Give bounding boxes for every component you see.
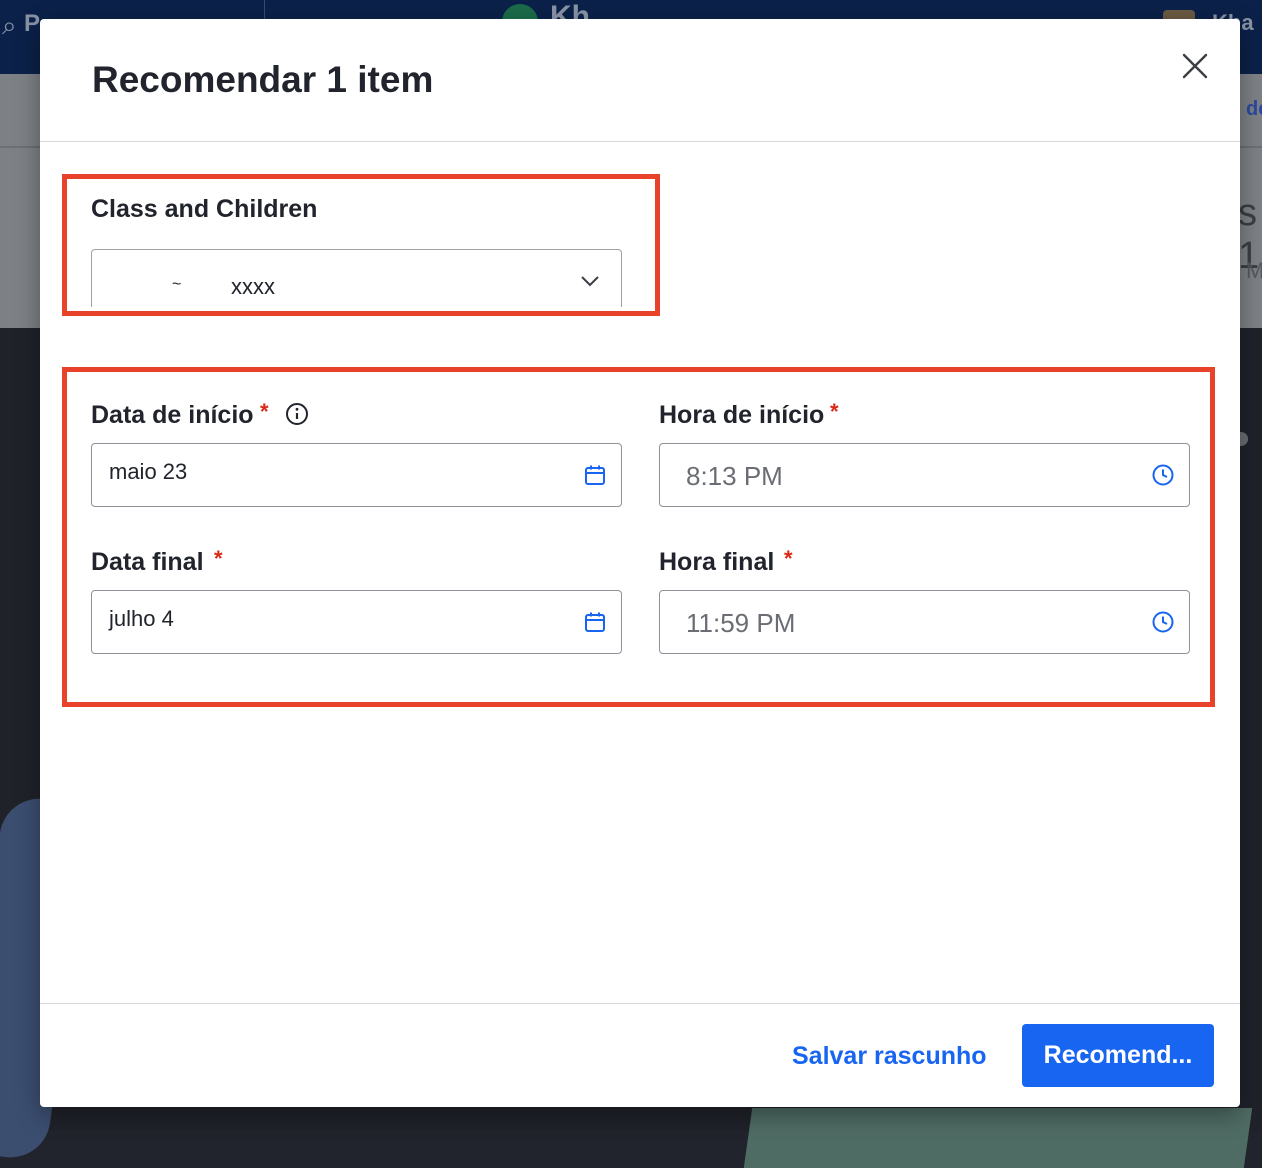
end-time-label: Hora final <box>659 548 775 576</box>
recommend-dialog: Recomendar 1 item Class and Children ~ x… <box>40 19 1240 1107</box>
start-date-required-mark: * <box>260 399 269 424</box>
start-date-label: Data de início <box>91 401 254 429</box>
class-select[interactable]: ~ xxxx <box>91 249 622 307</box>
clock-icon[interactable] <box>1151 610 1175 634</box>
dialog-title: Recomendar 1 item <box>92 59 434 100</box>
search-icon: ⌕ <box>2 10 17 40</box>
clock-icon[interactable] <box>1151 463 1175 487</box>
end-time-required-mark: * <box>784 546 793 571</box>
footer-divider <box>40 1003 1240 1004</box>
dialog-header: Recomendar 1 item <box>40 19 1240 142</box>
start-time-required-mark: * <box>830 399 839 424</box>
start-time-input[interactable]: 8:13 PM <box>659 443 1190 507</box>
class-select-partial-text: ~ <box>172 276 182 293</box>
background-search-text: P <box>24 10 41 37</box>
background-subtitle-fragment: M <box>1246 258 1262 283</box>
close-button[interactable] <box>1176 47 1214 85</box>
start-date-value: maio 23 <box>109 459 188 484</box>
close-icon <box>1182 53 1208 79</box>
end-date-input[interactable]: julho 4 <box>91 590 622 654</box>
recommend-button[interactable]: Recomend... <box>1022 1024 1214 1087</box>
end-date-required-mark: * <box>214 546 223 571</box>
start-time-value: 8:13 PM <box>686 461 783 491</box>
info-icon[interactable] <box>285 402 309 426</box>
calendar-icon[interactable] <box>583 610 607 634</box>
end-time-input[interactable]: 11:59 PM <box>659 590 1190 654</box>
end-date-label: Data final <box>91 548 204 576</box>
chevron-down-icon <box>581 276 599 287</box>
start-time-label: Hora de início <box>659 401 825 429</box>
class-field-label: Class and Children <box>91 195 318 223</box>
end-time-value: 11:59 PM <box>686 608 796 638</box>
calendar-icon[interactable] <box>583 463 607 487</box>
background-illustration-shape <box>743 1108 1253 1168</box>
class-select-value: xxxx <box>231 274 275 299</box>
end-date-value: julho 4 <box>109 606 174 631</box>
save-draft-button[interactable]: Salvar rascunho <box>792 1042 987 1071</box>
background-link-fragment: de <box>1246 98 1262 120</box>
start-date-input[interactable]: maio 23 <box>91 443 622 507</box>
